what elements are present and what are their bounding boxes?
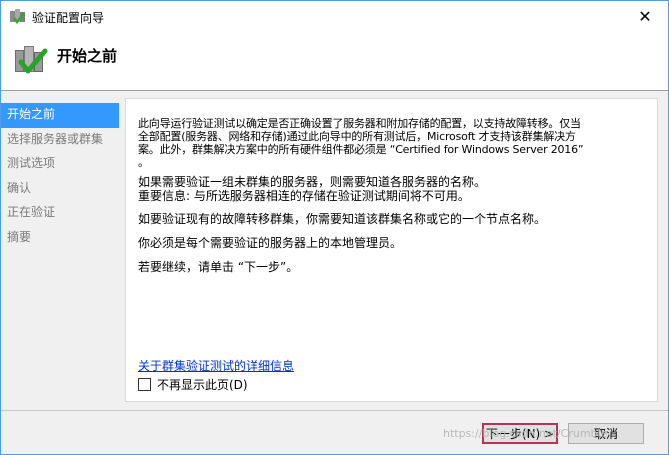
servers-line-2: 重要信息: 与所选服务器相连的存储在验证测试期间将不可用。 bbox=[138, 189, 470, 203]
wizard-steps-nav: 开始之前 选择服务器或群集 测试选项 确认 正在验证 摘要 bbox=[1, 103, 119, 250]
dont-show-again-checkbox[interactable] bbox=[138, 378, 151, 391]
cluster-app-icon bbox=[10, 9, 25, 24]
servers-paragraph: 如果需要验证一组未群集的服务器，则需要知道各服务器的名称。 重要信息: 与所选服… bbox=[138, 175, 638, 203]
close-icon[interactable]: ✕ bbox=[622, 1, 668, 31]
title-bar[interactable]: 验证配置向导 ✕ bbox=[1, 1, 668, 31]
intro-line-3: 案。此外，群集解决方案中的所有硬件组件都必须是 “Certified for W… bbox=[138, 143, 584, 156]
content-panel: 此向导运行验证测试以确定是否正确设置了服务器和附加存储的配置，以支持故障转移。仅… bbox=[125, 98, 658, 402]
cluster-validate-icon bbox=[15, 46, 48, 74]
continue-paragraph: 若要继续，请单击 “下一步”。 bbox=[138, 260, 299, 274]
intro-line-4: 。 bbox=[138, 156, 149, 169]
intro-line-2: 全部配置(服务器、网络和存储)通过此向导中的所有测试后，Microsoft 才支… bbox=[138, 130, 576, 143]
validate-config-wizard-window: 验证配置向导 ✕ 开始之前 开始之前 选择服务器或群集 测试选项 确认 正在验证… bbox=[0, 0, 669, 455]
nav-step-confirmation[interactable]: 确认 bbox=[1, 177, 119, 202]
dont-show-again-row[interactable]: 不再显示此页(D) bbox=[138, 376, 248, 393]
nav-step-testing-options[interactable]: 测试选项 bbox=[1, 152, 119, 177]
servers-line-1: 如果需要验证一组未群集的服务器，则需要知道各服务器的名称。 bbox=[138, 175, 487, 189]
window-title: 验证配置向导 bbox=[32, 11, 105, 25]
validation-tests-info-link[interactable]: 关于群集验证测试的详细信息 bbox=[138, 357, 294, 374]
wizard-header: 开始之前 bbox=[1, 31, 668, 91]
nav-step-validating[interactable]: 正在验证 bbox=[1, 201, 119, 226]
intro-line-1: 此向导运行验证测试以确定是否正确设置了服务器和附加存储的配置，以支持故障转移。仅… bbox=[138, 117, 581, 130]
page-title: 开始之前 bbox=[57, 47, 118, 65]
watermark: https://blog.csdn.net/Crumble bbox=[443, 427, 608, 440]
nav-step-summary[interactable]: 摘要 bbox=[1, 226, 119, 251]
dont-show-again-label[interactable]: 不再显示此页(D) bbox=[157, 376, 248, 393]
nav-step-before-you-begin[interactable]: 开始之前 bbox=[1, 103, 119, 128]
admin-paragraph: 你必须是每个需要验证的服务器上的本地管理员。 bbox=[138, 236, 403, 250]
intro-paragraph: 此向导运行验证测试以确定是否正确设置了服务器和附加存储的配置，以支持故障转移。仅… bbox=[138, 117, 638, 169]
cluster-paragraph: 如要验证现有的故障转移群集，你需要知道该群集名称或它的一个节点名称。 bbox=[138, 212, 547, 226]
nav-step-select-servers[interactable]: 选择服务器或群集 bbox=[1, 128, 119, 153]
wizard-body: 开始之前 选择服务器或群集 测试选项 确认 正在验证 摘要 此向导运行验证测试以… bbox=[1, 91, 668, 411]
